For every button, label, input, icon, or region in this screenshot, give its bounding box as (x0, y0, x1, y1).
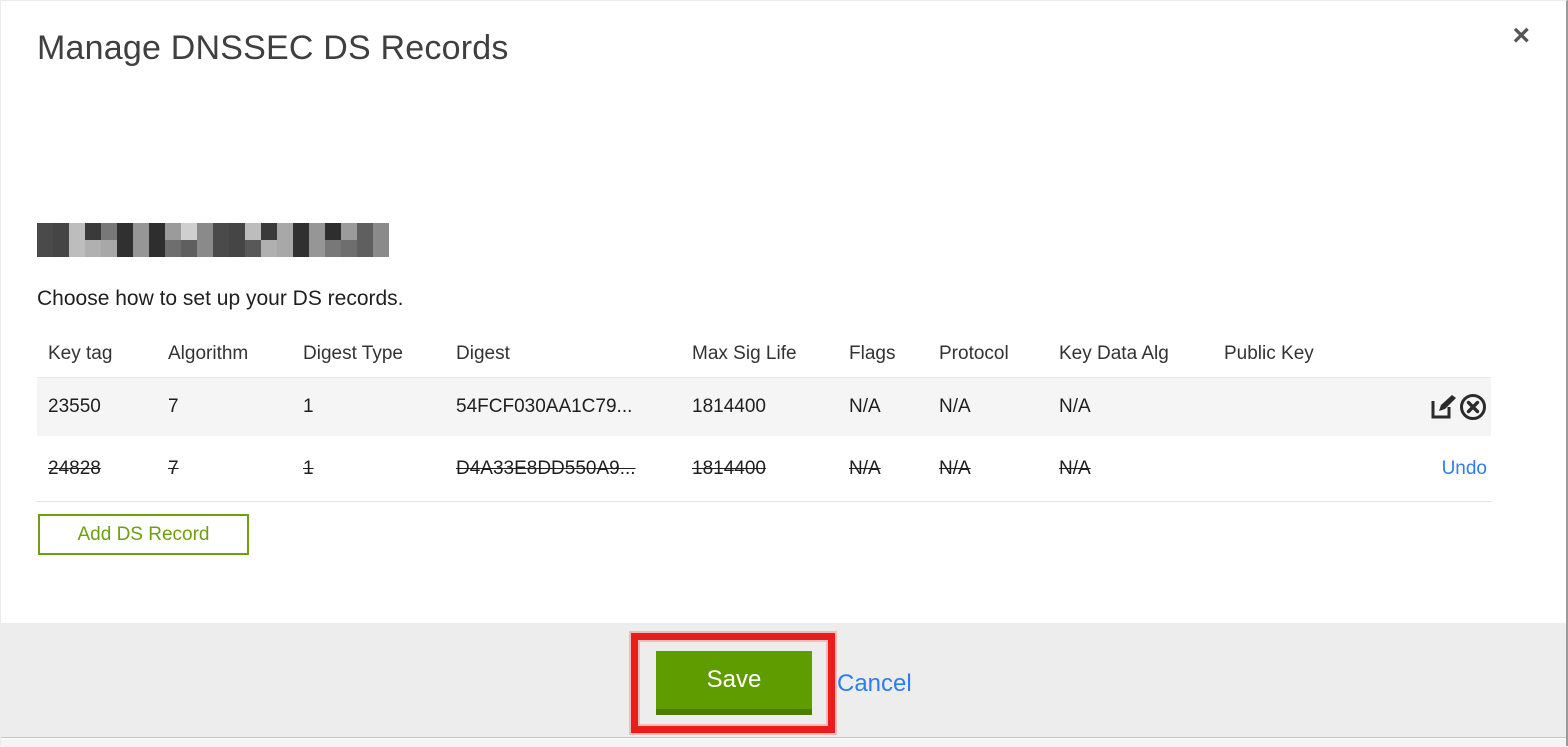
cell-protocol: N/A (939, 396, 971, 417)
delete-record-icon[interactable] (1459, 393, 1487, 421)
page-title: Manage DNSSEC DS Records (37, 29, 509, 67)
cell-algorithm: 7 (168, 457, 179, 479)
save-button[interactable]: Save (656, 651, 812, 715)
cell-flags: N/A (849, 457, 881, 479)
column-header-flags: Flags (849, 343, 896, 364)
cell-max-sig-life: 1814400 (692, 457, 766, 479)
dnssec-ds-records-modal: Manage DNSSEC DS Records × Choose how to… (0, 0, 1568, 747)
modal-footer: Save Cancel (1, 623, 1566, 738)
column-header-key-data-alg: Key Data Alg (1059, 343, 1169, 364)
cell-algorithm: 7 (168, 396, 179, 417)
cell-digest-type: 1 (303, 457, 314, 479)
cell-digest: 54FCF030AA1C79... (456, 396, 633, 417)
undo-link[interactable]: Undo (1442, 458, 1487, 480)
table-row-deleted: 24828 7 1 D4A33E8DD550A9... 1814400 N/A … (37, 436, 1491, 502)
edit-record-icon[interactable] (1429, 393, 1457, 421)
row-actions (1411, 393, 1491, 421)
cell-key-data-alg: N/A (1059, 457, 1091, 479)
column-header-algorithm: Algorithm (168, 343, 249, 364)
table-header-row: Key tag Algorithm Digest Type Digest Max… (37, 331, 1491, 377)
cell-key-tag: 23550 (48, 396, 101, 417)
cell-key-tag: 24828 (48, 457, 101, 479)
column-header-public-key: Public Key (1224, 343, 1314, 364)
cell-key-data-alg: N/A (1059, 396, 1091, 417)
cell-max-sig-life: 1814400 (692, 396, 766, 417)
column-header-digest-type: Digest Type (303, 343, 403, 364)
cell-flags: N/A (849, 396, 881, 417)
column-header-protocol: Protocol (939, 343, 1009, 364)
cell-protocol: N/A (939, 457, 971, 479)
column-header-key-tag: Key tag (48, 343, 113, 364)
cell-digest-type: 1 (303, 396, 314, 417)
cancel-link[interactable]: Cancel (837, 670, 912, 698)
add-ds-record-button[interactable]: Add DS Record (38, 514, 249, 555)
redacted-domain-name (37, 223, 389, 257)
cell-digest: D4A33E8DD550A9... (456, 457, 636, 479)
ds-records-table: Key tag Algorithm Digest Type Digest Max… (37, 331, 1491, 502)
row-actions: Undo (1411, 458, 1491, 480)
close-icon[interactable]: × (1512, 21, 1530, 51)
table-row: 23550 7 1 54FCF030AA1C79... 1814400 N/A … (37, 377, 1491, 436)
intro-text: Choose how to set up your DS records. (37, 287, 404, 310)
column-header-max-sig-life: Max Sig Life (692, 343, 797, 364)
column-header-digest: Digest (456, 343, 510, 364)
